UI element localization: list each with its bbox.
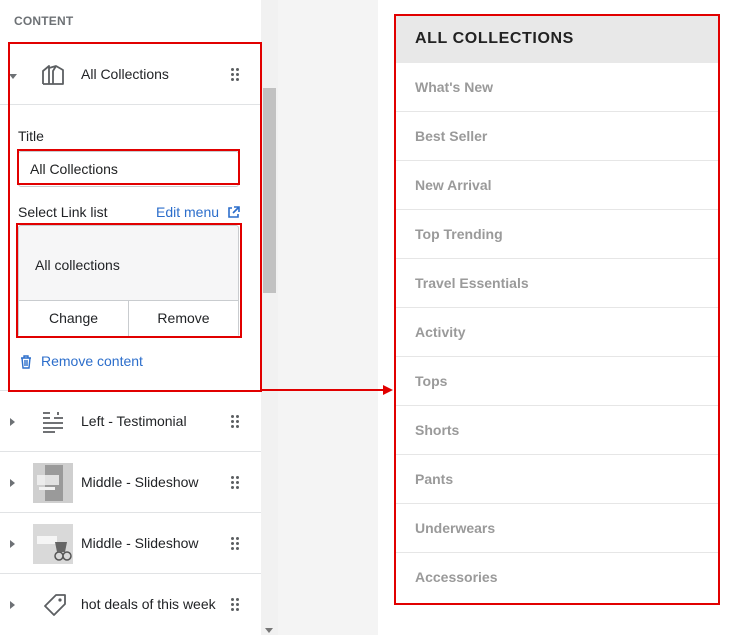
- menu-item-label: New Arrival: [415, 177, 492, 193]
- block-row-slideshow-2[interactable]: Middle - Slideshow: [0, 514, 261, 574]
- caret-right-icon[interactable]: [10, 418, 15, 426]
- change-button[interactable]: Change: [19, 301, 129, 336]
- edit-menu-link[interactable]: Edit menu: [156, 204, 219, 220]
- remove-button[interactable]: Remove: [129, 301, 238, 336]
- annotation-arrow-line: [261, 389, 385, 391]
- menu-item-label: Best Seller: [415, 128, 488, 144]
- external-link-icon[interactable]: [227, 206, 240, 219]
- drag-handle-icon[interactable]: [231, 598, 239, 611]
- drag-handle-icon[interactable]: [231, 68, 239, 81]
- menu-item[interactable]: Tops: [396, 357, 718, 406]
- caret-right-icon[interactable]: [10, 479, 15, 487]
- collections-menu-preview: ALL COLLECTIONS What's New Best Seller N…: [396, 16, 718, 603]
- menu-heading: ALL COLLECTIONS: [415, 30, 574, 47]
- canvas-gap: [278, 0, 378, 635]
- image-thumbnail: [33, 524, 73, 564]
- block-label: Left - Testimonial: [81, 413, 187, 429]
- menu-item-label: Pants: [415, 471, 454, 487]
- menu-header: ALL COLLECTIONS: [396, 16, 718, 63]
- sidebar: CONTENT All Collections Title Select Lin…: [0, 0, 261, 635]
- section-label: CONTENT: [14, 14, 74, 28]
- remove-content-link[interactable]: Remove content: [41, 353, 143, 369]
- sidebar-scrollbar[interactable]: [261, 0, 278, 635]
- menu-item[interactable]: Top Trending: [396, 210, 718, 259]
- menu-item[interactable]: Shorts: [396, 406, 718, 455]
- tag-icon: [44, 594, 66, 616]
- caret-right-icon[interactable]: [10, 601, 15, 609]
- menu-item[interactable]: Activity: [396, 308, 718, 357]
- menu-item[interactable]: What's New: [396, 63, 718, 112]
- title-input[interactable]: [18, 151, 239, 187]
- block-row-testimonial[interactable]: Left - Testimonial: [0, 392, 261, 452]
- collections-icon: [42, 65, 64, 85]
- trash-icon[interactable]: [20, 355, 32, 369]
- link-list-picker: All collections Change Remove: [18, 225, 239, 337]
- block-label: Middle - Slideshow: [81, 535, 199, 551]
- block-row-hot-deals[interactable]: hot deals of this week: [0, 575, 261, 635]
- title-label: Title: [18, 128, 44, 144]
- annotation-arrow-head-icon: [383, 385, 393, 395]
- menu-item-label: What's New: [415, 79, 494, 95]
- menu-item[interactable]: Pants: [396, 455, 718, 504]
- block-row-slideshow-1[interactable]: Middle - Slideshow: [0, 453, 261, 513]
- image-thumbnail: [33, 463, 73, 503]
- scrollbar-thumb[interactable]: [263, 88, 276, 293]
- menu-item[interactable]: Accessories: [396, 553, 718, 602]
- selected-link-list: All collections: [35, 257, 120, 273]
- text-align-icon: [43, 412, 63, 433]
- drag-handle-icon[interactable]: [231, 476, 239, 489]
- link-list-label: Select Link list: [18, 204, 108, 220]
- menu-item-label: Activity: [415, 324, 466, 340]
- expanded-block-title: All Collections: [81, 66, 169, 82]
- expanded-block: All Collections Title Select Link list E…: [0, 45, 261, 391]
- menu-item-label: Top Trending: [415, 226, 503, 242]
- drag-handle-icon[interactable]: [231, 415, 239, 428]
- menu-item-label: Underwears: [415, 520, 496, 536]
- menu-item-label: Accessories: [415, 569, 498, 585]
- caret-right-icon[interactable]: [10, 540, 15, 548]
- menu-item-label: Travel Essentials: [415, 275, 529, 291]
- menu-item[interactable]: Best Seller: [396, 112, 718, 161]
- block-label: hot deals of this week: [81, 596, 216, 612]
- menu-item[interactable]: Underwears: [396, 504, 718, 553]
- expanded-block-header[interactable]: All Collections: [0, 45, 261, 105]
- drag-handle-icon[interactable]: [231, 537, 239, 550]
- menu-item-label: Shorts: [415, 422, 460, 438]
- scroll-down-arrow-icon[interactable]: [265, 628, 273, 633]
- menu-item[interactable]: Travel Essentials: [396, 259, 718, 308]
- caret-down-icon[interactable]: [9, 74, 17, 79]
- menu-item-label: Tops: [415, 373, 448, 389]
- block-label: Middle - Slideshow: [81, 474, 199, 490]
- menu-item[interactable]: New Arrival: [396, 161, 718, 210]
